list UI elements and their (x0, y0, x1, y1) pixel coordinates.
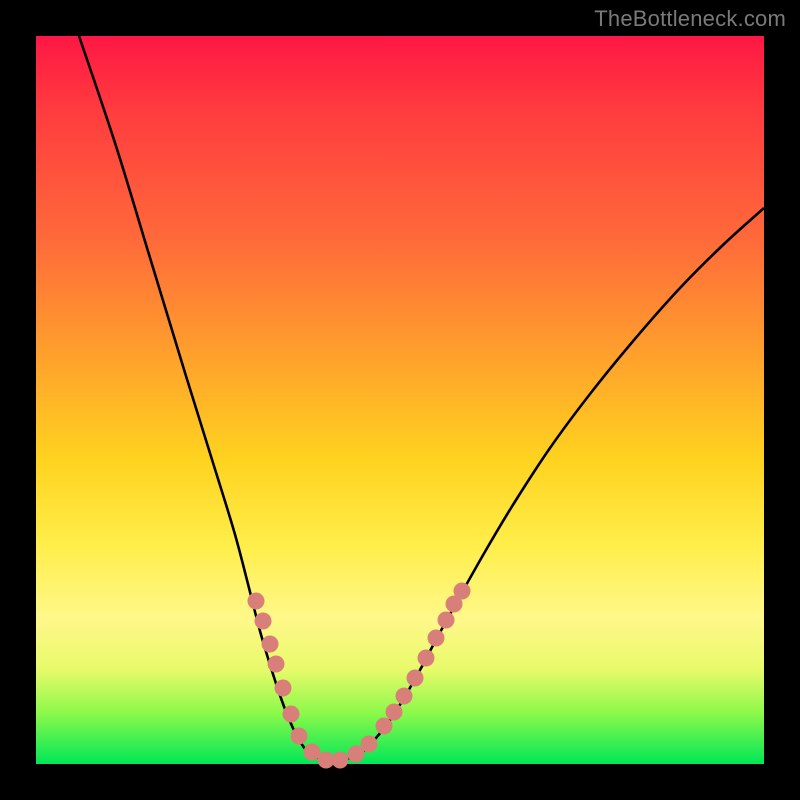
highlight-dots (248, 583, 471, 769)
highlight-dot (268, 656, 285, 673)
highlight-dot (454, 583, 471, 600)
highlight-dot (275, 680, 292, 697)
highlight-dot (386, 704, 403, 721)
highlight-dot (248, 593, 265, 610)
highlight-dot (361, 736, 378, 753)
highlight-dot (283, 706, 300, 723)
highlight-dot (396, 688, 413, 705)
highlight-dot (262, 636, 279, 653)
highlight-dot (428, 630, 445, 647)
highlight-dot (418, 650, 435, 667)
highlight-dot (376, 718, 393, 735)
chart-frame: TheBottleneck.com (0, 0, 800, 800)
watermark-text: TheBottleneck.com (594, 6, 786, 32)
highlight-dot (407, 670, 424, 687)
highlight-dot (255, 613, 272, 630)
bottleneck-curve-layer (36, 36, 764, 764)
highlight-dot (332, 752, 349, 769)
highlight-dot (438, 612, 455, 629)
highlight-dot (291, 728, 308, 745)
